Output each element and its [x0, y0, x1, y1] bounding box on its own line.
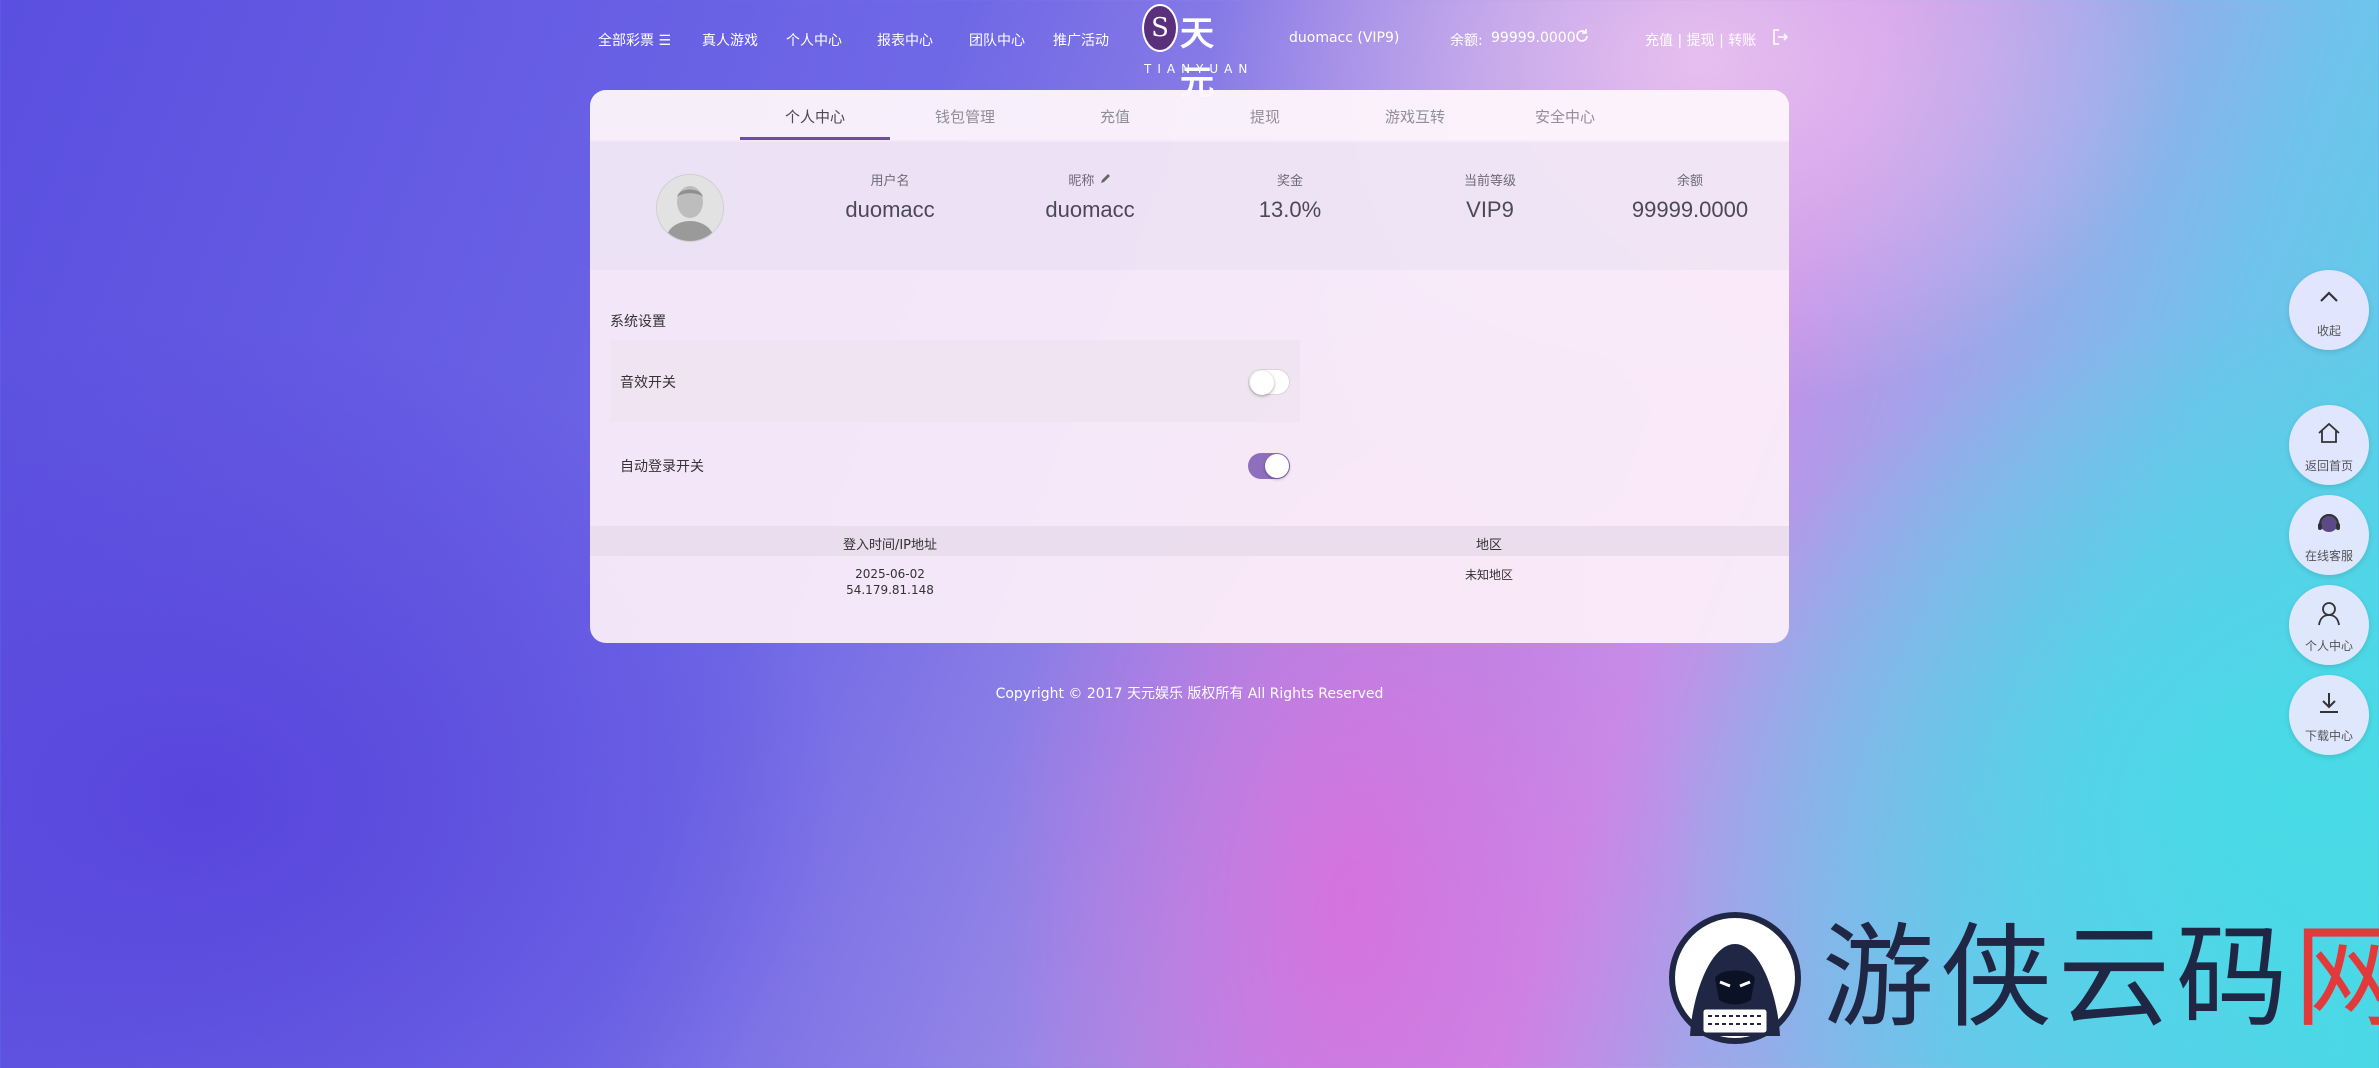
tab-game-transfer[interactable]: 游戏互转	[1340, 106, 1490, 127]
login-ip: 54.179.81.148	[846, 583, 934, 597]
user-icon	[2318, 602, 2340, 626]
headset-icon	[2318, 514, 2340, 532]
logo-text-en: TIANYUAN	[1144, 62, 1254, 76]
download-label: 下载中心	[2304, 729, 2353, 743]
sound-toggle[interactable]	[1248, 369, 1290, 395]
login-date: 2025-06-02	[855, 567, 925, 581]
stat-bonus: 奖金 13.0%	[1190, 170, 1390, 223]
tab-security-center[interactable]: 安全中心	[1490, 106, 1640, 127]
profile-balance-label: 余额	[1676, 174, 1703, 189]
level-value: VIP9	[1466, 197, 1514, 222]
download-icon	[2320, 693, 2338, 713]
balance-label: 余额:	[1450, 33, 1483, 49]
username-value: duomacc	[845, 197, 935, 222]
bonus-label: 奖金	[1276, 174, 1303, 189]
auto-login-setting-row: 自动登录开关	[610, 424, 1300, 506]
column-region: 地区	[1475, 538, 1502, 553]
personal-center-button[interactable]: 个人中心	[2289, 585, 2369, 665]
login-region: 未知地区	[1464, 568, 1513, 582]
stat-username: 用户名 duomacc	[790, 170, 990, 223]
balance-value: 99999.0000	[1491, 30, 1576, 46]
bonus-value: 13.0%	[1258, 197, 1322, 222]
tab-personal-center[interactable]: 个人中心	[740, 106, 890, 127]
username-label: 用户名	[870, 174, 910, 189]
nav-live-games[interactable]: 真人游戏	[702, 30, 758, 50]
top-navbar: 全部彩票 ☰ 真人游戏 个人中心 报表中心 团队中心 推广活动 S 天元 TIA…	[0, 0, 2379, 103]
nickname-value: duomacc	[1045, 197, 1135, 222]
nav-all-lottery[interactable]: 全部彩票 ☰	[598, 30, 671, 50]
profile-summary: 用户名 duomacc 昵称 duomacc 奖金 13.0% 当前等级 VIP…	[590, 142, 1789, 270]
recharge-withdraw-transfer-links[interactable]: 充值 | 提现 | 转账	[1645, 30, 1756, 50]
level-label: 当前等级	[1463, 174, 1516, 189]
avatar[interactable]	[656, 174, 724, 242]
nav-personal-center[interactable]: 个人中心	[786, 30, 842, 50]
logo-emblem: S	[1142, 4, 1178, 52]
watermark-text-red: 网	[2294, 913, 2379, 1043]
active-tab-indicator	[740, 137, 890, 140]
toggle-knob	[1250, 371, 1274, 395]
table-row: 2025-06-02 54.179.81.148 未知地区	[590, 566, 1789, 606]
auto-login-toggle-label: 自动登录开关	[620, 459, 704, 475]
nickname-label: 昵称	[1068, 174, 1095, 189]
logout-icon[interactable]	[1771, 28, 1789, 50]
watermark: 游侠云码网	[1660, 908, 2379, 1048]
watermark-text-main: 游侠云码	[1822, 913, 2294, 1043]
home-icon	[2318, 422, 2340, 443]
stat-nickname: 昵称 duomacc	[990, 170, 1190, 223]
collapse-button[interactable]: 收起	[2289, 270, 2369, 350]
watermark-text: 游侠云码网	[1822, 908, 2379, 1048]
user-vip-label[interactable]: duomacc (VIP9)	[1289, 30, 1399, 46]
stat-level: 当前等级 VIP9	[1390, 170, 1590, 223]
column-login-time-ip: 登入时间/IP地址	[842, 538, 938, 553]
sound-toggle-label: 音效开关	[620, 375, 676, 391]
support-button[interactable]: 在线客服	[2289, 495, 2369, 575]
pencil-icon[interactable]	[1099, 174, 1112, 189]
tab-recharge[interactable]: 充值	[1040, 106, 1190, 127]
site-logo[interactable]: S 天元 TIANYUAN	[1140, 2, 1247, 103]
nav-report-center[interactable]: 报表中心	[877, 30, 933, 50]
tab-withdraw[interactable]: 提现	[1190, 106, 1340, 127]
login-history-header: 登入时间/IP地址 地区	[590, 526, 1789, 556]
personal-center-card: 个人中心 钱包管理 充值 提现 游戏互转 安全中心 用户名 duomacc 昵称	[590, 90, 1789, 643]
download-button[interactable]: 下载中心	[2289, 675, 2369, 755]
support-label: 在线客服	[2304, 549, 2353, 563]
refresh-icon[interactable]	[1574, 28, 1590, 48]
personal-center-label: 个人中心	[2304, 639, 2353, 653]
home-label: 返回首页	[2304, 459, 2353, 473]
home-button[interactable]: 返回首页	[2289, 405, 2369, 485]
sound-setting-row: 音效开关	[610, 340, 1300, 422]
system-settings-title: 系统设置	[610, 314, 666, 330]
toggle-knob	[1265, 454, 1289, 478]
tab-bar: 个人中心 钱包管理 充值 提现 游戏互转 安全中心	[590, 90, 1789, 140]
footer-copyright: Copyright © 2017 天元娱乐 版权所有 All Rights Re…	[995, 686, 1384, 702]
hacker-mascot-icon	[1669, 912, 1801, 1044]
chevron-up-icon	[2320, 291, 2338, 302]
nav-promotions[interactable]: 推广活动	[1053, 30, 1109, 50]
profile-balance-value: 99999.0000	[1631, 197, 1749, 222]
auto-login-toggle[interactable]	[1248, 453, 1290, 479]
stat-balance: 余额 99999.0000	[1590, 170, 1789, 223]
tab-wallet-management[interactable]: 钱包管理	[890, 106, 1040, 127]
nav-team-center[interactable]: 团队中心	[969, 30, 1025, 50]
collapse-label: 收起	[2316, 324, 2341, 338]
